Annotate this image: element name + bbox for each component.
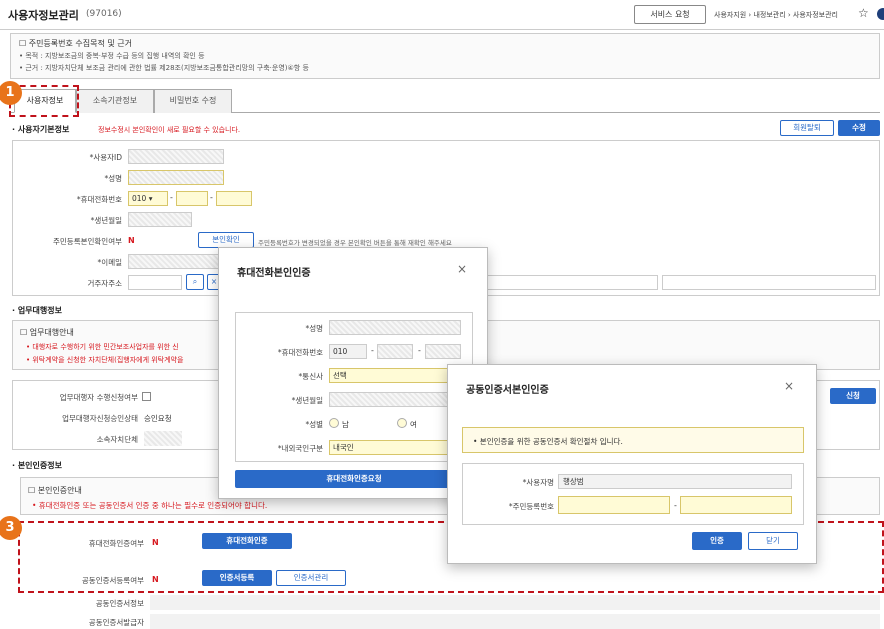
- pd-gender-male-label: 남: [342, 420, 349, 429]
- cert-info-field: [150, 595, 880, 610]
- star-icon[interactable]: ☆: [858, 6, 869, 20]
- proxy-notice-line: • 위탁계약을 신청한 자치단체(집행자에게 위탁계약을: [26, 356, 184, 364]
- address-detail-field[interactable]: [480, 275, 658, 290]
- search-icon[interactable]: ⌕: [186, 274, 204, 290]
- cert-confirm-button[interactable]: 인증: [692, 532, 742, 550]
- tab-password[interactable]: 비밀번호 수정: [154, 89, 232, 113]
- cert-notice-title-text: 본인인증안내: [37, 486, 82, 495]
- page-title: 사용자정보관리: [8, 9, 79, 22]
- user-id-field: [128, 149, 224, 164]
- section-title-basic: · 사용자기본정보: [12, 125, 70, 134]
- pd-label-name: *성명: [305, 324, 323, 333]
- phone-last-field[interactable]: [216, 191, 252, 206]
- close-icon[interactable]: ×: [457, 262, 467, 276]
- notice-line: • 근거 : 지방자치단체 보조금 관리에 관한 법률 제28조(지방보조금통합…: [19, 64, 309, 72]
- cert-notice-line: • 휴대전화인증 또는 공동인증서 인증 중 하나는 필수로 인증되어야 합니다…: [32, 501, 268, 510]
- cert-dialog-info: • 본인인증을 위한 공동인증서 확인절차 입니다.: [462, 427, 804, 453]
- cert-dialog-form: [462, 463, 804, 525]
- breadcrumb: 사용자지원 › 내정보관리 › 사용자정보관리: [714, 11, 838, 19]
- bookmark-icon: ☐: [19, 39, 29, 48]
- label-proxy-status: 업무대행자신청승인상태: [62, 414, 138, 423]
- label-address: 거주자주소: [87, 279, 123, 288]
- pd-label-phone: *휴대전화번호: [277, 348, 323, 357]
- zipcode-field[interactable]: [128, 275, 182, 290]
- cert-auth-dialog: 공동인증서본인인증 × • 본인인증을 위한 공동인증서 확인절차 입니다. *…: [447, 364, 817, 564]
- proxy-apply-button[interactable]: 신청: [830, 388, 876, 404]
- dash: -: [674, 501, 677, 510]
- pd-label-birth: *생년월일: [291, 396, 323, 405]
- label-user-id: *사용자ID: [89, 153, 122, 162]
- rrn-purpose-notice: ☐ 주민등록번호 수집목적 및 근거 • 목적 : 지방보조금의 중복·부정 수…: [10, 33, 880, 79]
- cd-label-name: *사용자명: [522, 478, 554, 487]
- cd-rrn-first[interactable]: [558, 496, 670, 514]
- cd-label-rrn: *주민등록번호: [508, 502, 554, 511]
- cd-name-value: 행상범: [558, 474, 792, 489]
- label-rrn-check: 주민등록본인확인여부: [53, 237, 122, 246]
- name-field[interactable]: [128, 170, 224, 185]
- birth-field: [128, 212, 192, 227]
- basic-note: 정보수정시 본인확인이 새로 필요할 수 있습니다.: [98, 126, 241, 134]
- email-field[interactable]: [128, 254, 224, 269]
- dash: -: [170, 193, 173, 202]
- label-email: *이메일: [97, 258, 122, 267]
- cert-issuer-field: [150, 614, 880, 629]
- label-phone: *휴대전화번호: [76, 195, 122, 204]
- pd-label-nation: *내외국인구분: [277, 444, 323, 453]
- notice-line: • 목적 : 지방보조금의 중복·부정 수급 등의 집행 내역의 확인 등: [19, 52, 205, 60]
- pd-phone-prefix: 010: [329, 344, 367, 359]
- pd-gender-female-radio[interactable]: [397, 418, 407, 428]
- proxy-apply-checkbox[interactable]: [142, 392, 151, 401]
- phone-auth-request-button[interactable]: 휴대전화인증요청: [235, 470, 473, 488]
- pd-label-gender: *성별: [305, 420, 323, 429]
- rrn-note: 주민등록번호가 변경되었을 경우 본인확인 버튼을 통해 재확인 해주세요: [258, 239, 452, 247]
- pd-birth-field: [329, 392, 461, 407]
- label-proxy-apply: 업무대행자 수행신청여부: [59, 393, 138, 402]
- phone-prefix-value: 010: [132, 194, 147, 203]
- identity-check-button[interactable]: 본인확인: [198, 232, 254, 248]
- bookmark-icon: ☐: [28, 486, 38, 495]
- chevron-down-icon: ▾: [148, 194, 153, 203]
- pd-nation-select[interactable]: 내국인: [329, 440, 461, 455]
- cert-notice-title: ☐ 본인인증안내: [28, 485, 82, 496]
- section-title-cert: · 본인인증정보: [12, 461, 62, 470]
- proxy-notice-title-text: 업무대행안내: [29, 328, 74, 337]
- label-cert-issuer: 공동인증서발급자: [88, 618, 144, 627]
- service-request-button[interactable]: 서비스 요청: [634, 5, 706, 24]
- section-title-proxy: · 업무대행정보: [12, 306, 62, 315]
- cd-rrn-second[interactable]: [680, 496, 792, 514]
- dash: -: [418, 346, 421, 355]
- label-name: *성명: [104, 174, 122, 183]
- page-code: (97016): [86, 9, 122, 19]
- proxy-notice-line: • 대행자로 수행하기 위한 민간보조사업자를 위한 신: [26, 343, 179, 351]
- rrn-check-value: N: [128, 236, 135, 245]
- phone-dialog-title: 휴대전화본인인증: [237, 268, 311, 279]
- pd-name-field: [329, 320, 461, 335]
- close-icon[interactable]: ×: [784, 379, 794, 393]
- tab-org-info[interactable]: 소속기관정보: [76, 89, 154, 113]
- dash: -: [371, 346, 374, 355]
- dash: -: [210, 193, 213, 202]
- label-proxy-org: 소속자치단체: [96, 435, 138, 444]
- cert-close-button[interactable]: 닫기: [748, 532, 798, 550]
- edit-button[interactable]: 수정: [838, 120, 880, 136]
- pd-phone-middle: [377, 344, 413, 359]
- withdraw-button[interactable]: 회원탈퇴: [780, 120, 834, 136]
- proxy-org-field: [144, 431, 182, 446]
- pd-phone-last: [425, 344, 461, 359]
- notice-title: 주민등록번호 수집목적 및 근거: [28, 39, 133, 48]
- phone-prefix-select[interactable]: 010 ▾: [128, 191, 168, 206]
- pd-label-carrier: *통신사: [298, 372, 323, 381]
- proxy-status-value: 승인요청: [144, 414, 172, 423]
- address-extra-field[interactable]: [662, 275, 876, 290]
- pd-carrier-select[interactable]: 선택: [329, 368, 461, 383]
- bookmark-icon: ☐: [20, 328, 30, 337]
- label-birth: *생년월일: [90, 216, 122, 225]
- phone-middle-field[interactable]: [176, 191, 208, 206]
- help-icon[interactable]: [877, 8, 884, 20]
- pd-gender-female-label: 여: [410, 420, 417, 429]
- pd-gender-male-radio[interactable]: [329, 418, 339, 428]
- label-cert-info: 공동인증서정보: [95, 599, 144, 608]
- proxy-notice-title: ☐ 업무대행안내: [20, 327, 74, 338]
- cert-dialog-title: 공동인증서본인인증: [466, 385, 549, 396]
